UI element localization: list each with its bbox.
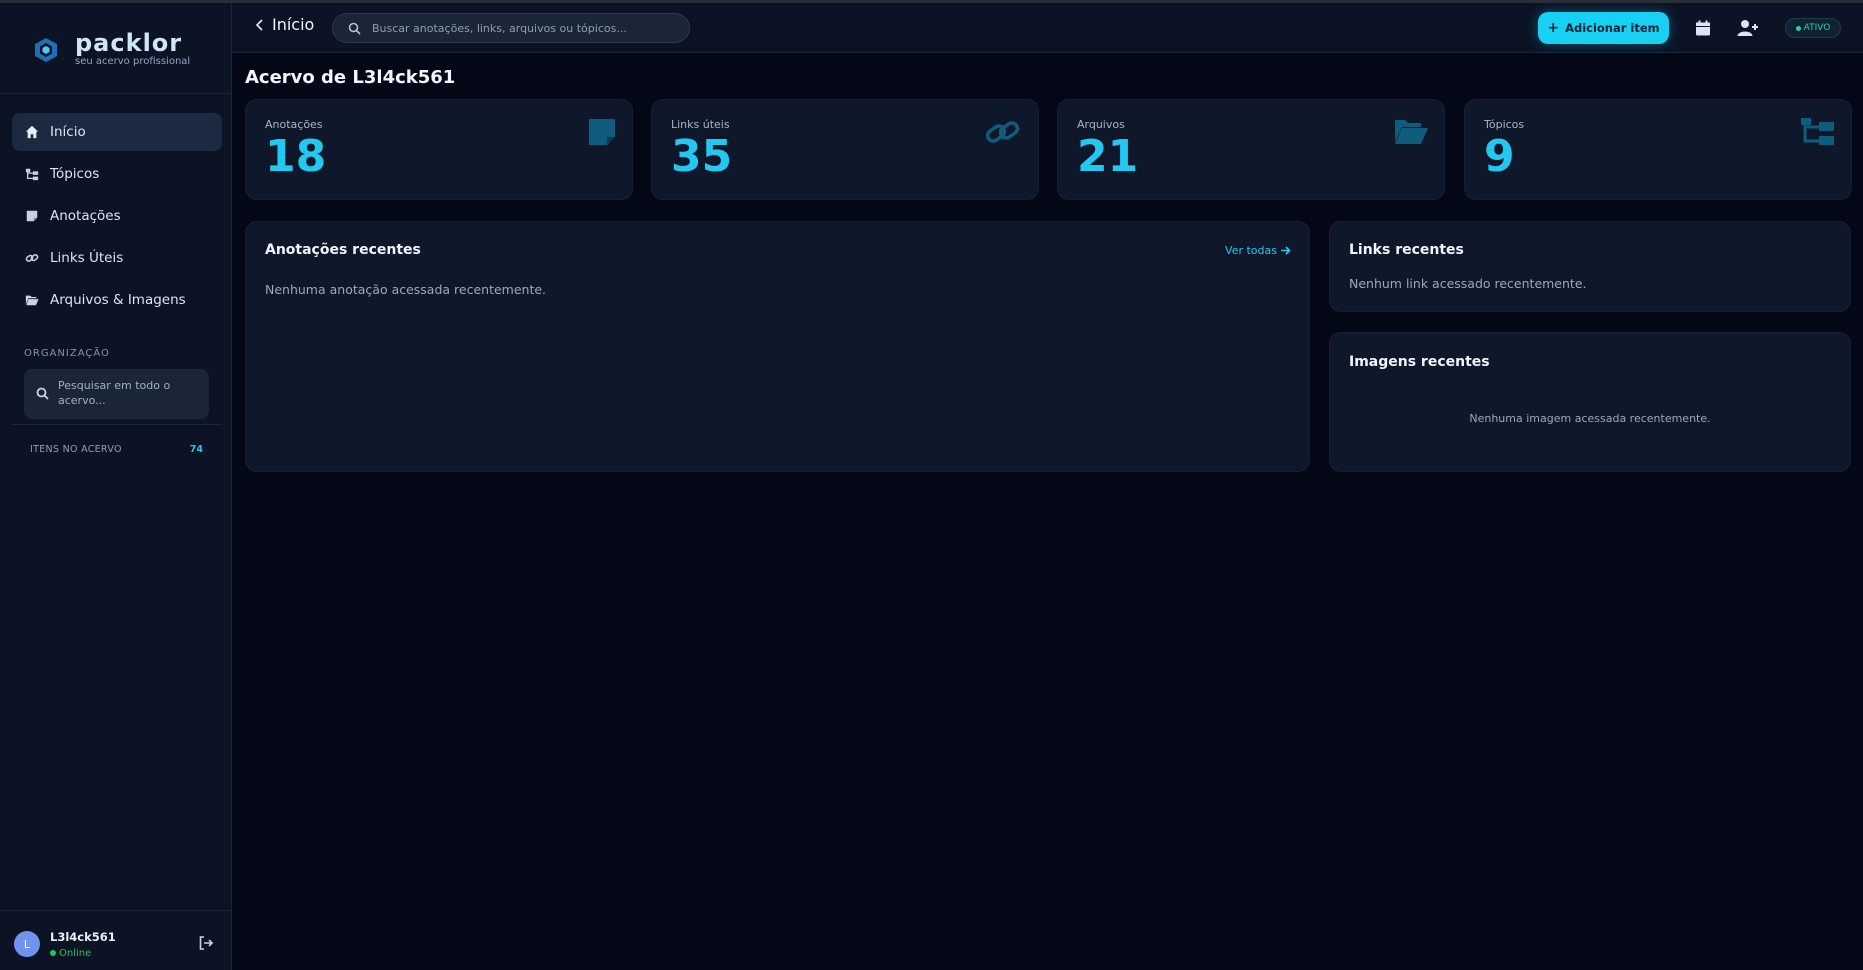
note-icon: [589, 119, 615, 145]
add-item-label: Adicionar item: [1565, 21, 1660, 35]
stat-card-topicos[interactable]: Tópicos 9: [1464, 99, 1852, 200]
stat-label: Anotações: [265, 118, 323, 131]
link-icon: [985, 121, 1020, 143]
plus-icon: +: [1547, 20, 1560, 36]
sidebar-search-input[interactable]: Pesquisar em todo o acervo...: [24, 369, 209, 419]
brand-tagline: seu acervo profissional: [75, 56, 191, 67]
panel-title: Links recentes: [1349, 242, 1464, 258]
items-count-value: 74: [189, 444, 203, 455]
panel-title: Anotações recentes: [265, 242, 421, 258]
search-placeholder: Pesquisar em todo o acervo...: [58, 379, 171, 407]
user-profile: L L3l4ck561 Online: [14, 928, 214, 964]
stat-value: 21: [1077, 131, 1139, 182]
sidebar-item-label: Anotações: [50, 208, 121, 224]
chevron-left-icon: [255, 18, 263, 31]
empty-state: Nenhuma anotação acessada recentemente.: [265, 282, 547, 297]
recent-notes-panel: Anotações recentes Ver todas Nenhuma ano…: [245, 221, 1310, 472]
user-name: L3l4ck561: [50, 930, 116, 944]
folder-open-icon: [24, 292, 40, 308]
stat-label: Links úteis: [671, 118, 730, 131]
back-button[interactable]: Início: [254, 15, 314, 34]
sidebar-item-links[interactable]: Links Úteis: [12, 239, 222, 277]
empty-state: Nenhuma imagem acessada recentemente.: [1469, 412, 1711, 425]
online-dot-icon: [50, 950, 56, 956]
empty-state: Nenhum link acessado recentemente.: [1349, 276, 1587, 291]
sidebar-item-label: Links Úteis: [50, 250, 124, 266]
stat-card-arquivos[interactable]: Arquivos 21: [1057, 99, 1445, 200]
sidebar-item-label: Início: [50, 124, 86, 140]
panel-title: Imagens recentes: [1349, 354, 1490, 370]
items-count-label: ITENS NO ACERVO: [30, 444, 122, 455]
see-all-link[interactable]: Ver todas: [1225, 244, 1291, 257]
stat-value: 18: [265, 131, 327, 182]
divider: [0, 93, 231, 94]
topics-tree-icon: [24, 166, 40, 182]
items-count: ITENS NO ACERVO 74: [30, 444, 203, 455]
sidebar-item-label: Tópicos: [50, 166, 100, 182]
sidebar-item-topicos[interactable]: Tópicos: [12, 155, 222, 193]
topics-tree-icon: [1801, 118, 1834, 145]
sidebar-item-anotacoes[interactable]: Anotações: [12, 197, 222, 235]
avatar[interactable]: L: [14, 931, 40, 957]
arrow-right-icon: [1281, 246, 1291, 255]
recent-images-panel: Imagens recentes Nenhuma imagem acessada…: [1329, 332, 1851, 472]
stat-value: 35: [671, 131, 733, 182]
add-user-icon[interactable]: [1737, 19, 1759, 37]
user-status: Online: [50, 948, 91, 959]
brand[interactable]: packlor seu acervo profissional: [34, 29, 194, 71]
home-icon: [24, 124, 40, 140]
section-label: ORGANIZAÇÃO: [24, 348, 110, 359]
user-status-label: Online: [59, 948, 92, 959]
status-dot-icon: [1795, 25, 1801, 31]
status-badge-label: ATIVO: [1803, 23, 1831, 33]
top-header: Início Buscar anotações, links, arquivos…: [232, 3, 1863, 53]
add-item-button[interactable]: + Adicionar item: [1538, 12, 1669, 44]
logo-icon: [35, 38, 57, 62]
divider: [12, 424, 222, 425]
stat-card-anotacoes[interactable]: Anotações 18: [245, 99, 633, 200]
recent-links-panel: Links recentes Nenhum link acessado rece…: [1329, 221, 1851, 312]
see-all-label: Ver todas: [1225, 244, 1277, 257]
divider: [0, 910, 231, 911]
stat-label: Tópicos: [1484, 118, 1525, 131]
stat-value: 9: [1484, 131, 1515, 182]
sidebar-nav: Início Tópicos Anotações Links Úteis Arq…: [12, 113, 222, 323]
note-icon: [24, 208, 40, 224]
global-search-input[interactable]: Buscar anotações, links, arquivos ou tóp…: [332, 13, 690, 43]
stat-card-links[interactable]: Links úteis 35: [651, 99, 1039, 200]
back-label: Início: [272, 15, 315, 34]
folder-open-icon: [1395, 120, 1428, 144]
calendar-icon[interactable]: [1694, 19, 1712, 37]
search-icon: [36, 387, 49, 400]
link-icon: [24, 250, 40, 266]
sidebar-item-label: Arquivos & Imagens: [50, 292, 186, 308]
status-badge: ATIVO: [1785, 18, 1841, 38]
search-placeholder: Buscar anotações, links, arquivos ou tóp…: [372, 22, 627, 35]
logout-icon[interactable]: [198, 935, 214, 951]
sidebar: packlor seu acervo profissional Início T…: [0, 3, 232, 970]
search-icon: [348, 22, 361, 35]
brand-name: packlor: [75, 29, 183, 57]
page-title: Acervo de L3l4ck561: [245, 67, 456, 88]
stat-label: Arquivos: [1077, 118, 1125, 131]
sidebar-item-inicio[interactable]: Início: [12, 113, 222, 151]
sidebar-item-arquivos[interactable]: Arquivos & Imagens: [12, 281, 222, 319]
